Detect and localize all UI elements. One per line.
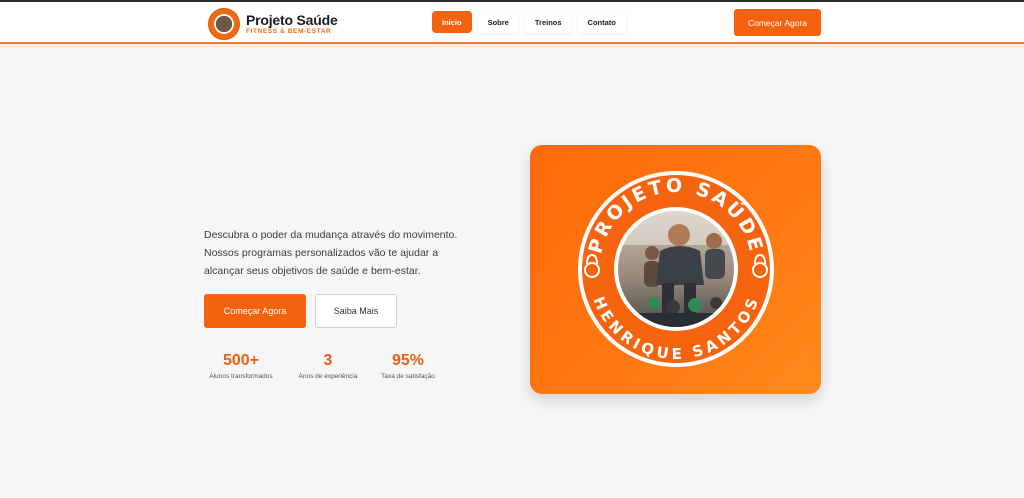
nav-item-sobre[interactable]: Sobre xyxy=(477,11,519,33)
stat-years: 3 Anos de experiência xyxy=(294,352,362,380)
nav-item-treinos[interactable]: Treinos xyxy=(524,11,572,33)
stat-value: 3 xyxy=(323,352,333,369)
hero-image-card: PROJETO SAÚDE HENRIQUE SANTOS xyxy=(530,145,821,394)
brand-logo-link[interactable]: Projeto Saúde FITNESS & BEM-ESTAR xyxy=(208,8,338,40)
hero-description-line: Descubra o poder da mudança através do m… xyxy=(204,229,458,241)
hero-description-line: alcançar seus objetivos de saúde e bem-e… xyxy=(204,265,421,277)
stat-label: Anos de experiência xyxy=(298,373,358,380)
hero-description-line: Nossos programas personalizados vão te a… xyxy=(204,247,439,259)
brand-text: Projeto Saúde FITNESS & BEM-ESTAR xyxy=(246,13,338,36)
header-cta-button[interactable]: Começar Agora xyxy=(734,9,821,36)
hero-description: Descubra o poder da mudança através do m… xyxy=(204,226,474,280)
stat-label: Taxa de satisfação xyxy=(381,373,435,380)
stat-value: 95% xyxy=(391,352,425,369)
logo-badge-icon xyxy=(208,8,240,40)
stat-value: 500+ xyxy=(222,352,260,369)
stat-label: Alunos transformados xyxy=(209,373,273,380)
stat-students: 500+ Alunos transformados xyxy=(204,352,278,380)
brand-subtitle: FITNESS & BEM-ESTAR xyxy=(246,27,332,35)
projeto-saude-badge: PROJETO SAÚDE HENRIQUE SANTOS xyxy=(578,171,774,367)
brand-title: Projeto Saúde xyxy=(246,11,338,28)
nav-item-contato[interactable]: Contato xyxy=(577,11,626,33)
main-nav: Início Sobre Treinos Contato xyxy=(432,9,632,35)
start-now-button[interactable]: Começar Agora xyxy=(204,294,306,328)
stat-satisfaction: 95% Taxa de satisfação xyxy=(377,352,439,380)
site-header: Projeto Saúde FITNESS & BEM-ESTAR Início… xyxy=(0,2,1024,44)
learn-more-button[interactable]: Saiba Mais xyxy=(315,294,397,328)
nav-item-inicio[interactable]: Início xyxy=(432,11,472,33)
